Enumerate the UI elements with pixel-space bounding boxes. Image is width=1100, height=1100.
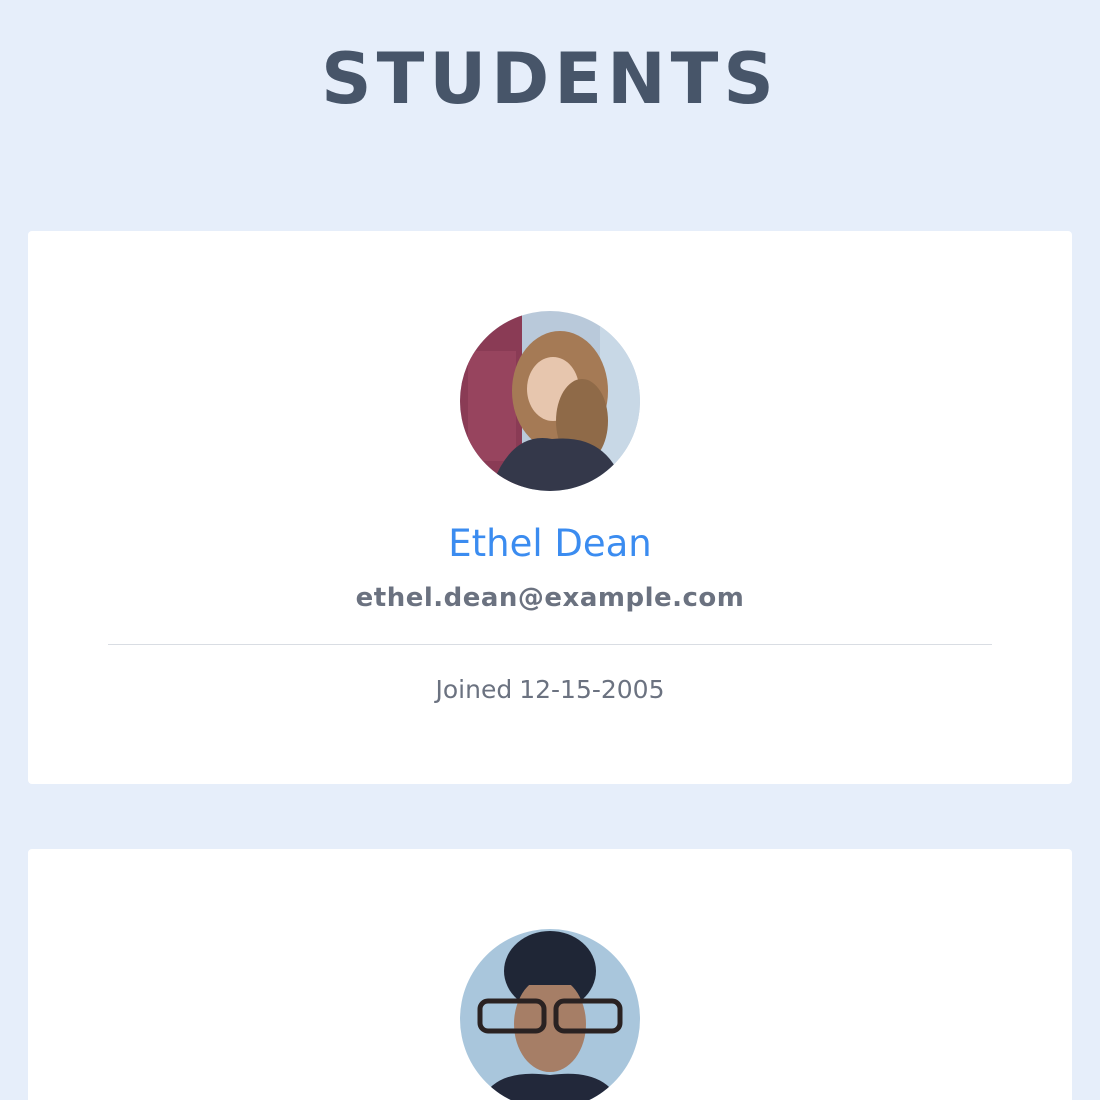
student-name: Ethel Dean xyxy=(448,522,652,565)
student-avatar xyxy=(460,929,640,1100)
student-email: ethel.dean@example.com xyxy=(355,583,745,613)
joined-date: 12-15-2005 xyxy=(519,675,665,704)
joined-date-line: Joined 12-15-2005 xyxy=(28,673,1072,707)
joined-label: Joined xyxy=(435,675,513,704)
avatar-photo xyxy=(460,929,640,1100)
avatar-photo xyxy=(460,311,640,491)
page-title: STUDENTS xyxy=(321,38,779,120)
card-divider xyxy=(108,644,992,645)
students-page: STUDENTS Ethel Dean ethel.dean@example.c… xyxy=(0,0,1100,1100)
student-card: Ethel Dean ethel.dean@example.com Joined… xyxy=(28,231,1072,784)
student-card xyxy=(28,849,1072,1100)
student-avatar xyxy=(460,311,640,491)
